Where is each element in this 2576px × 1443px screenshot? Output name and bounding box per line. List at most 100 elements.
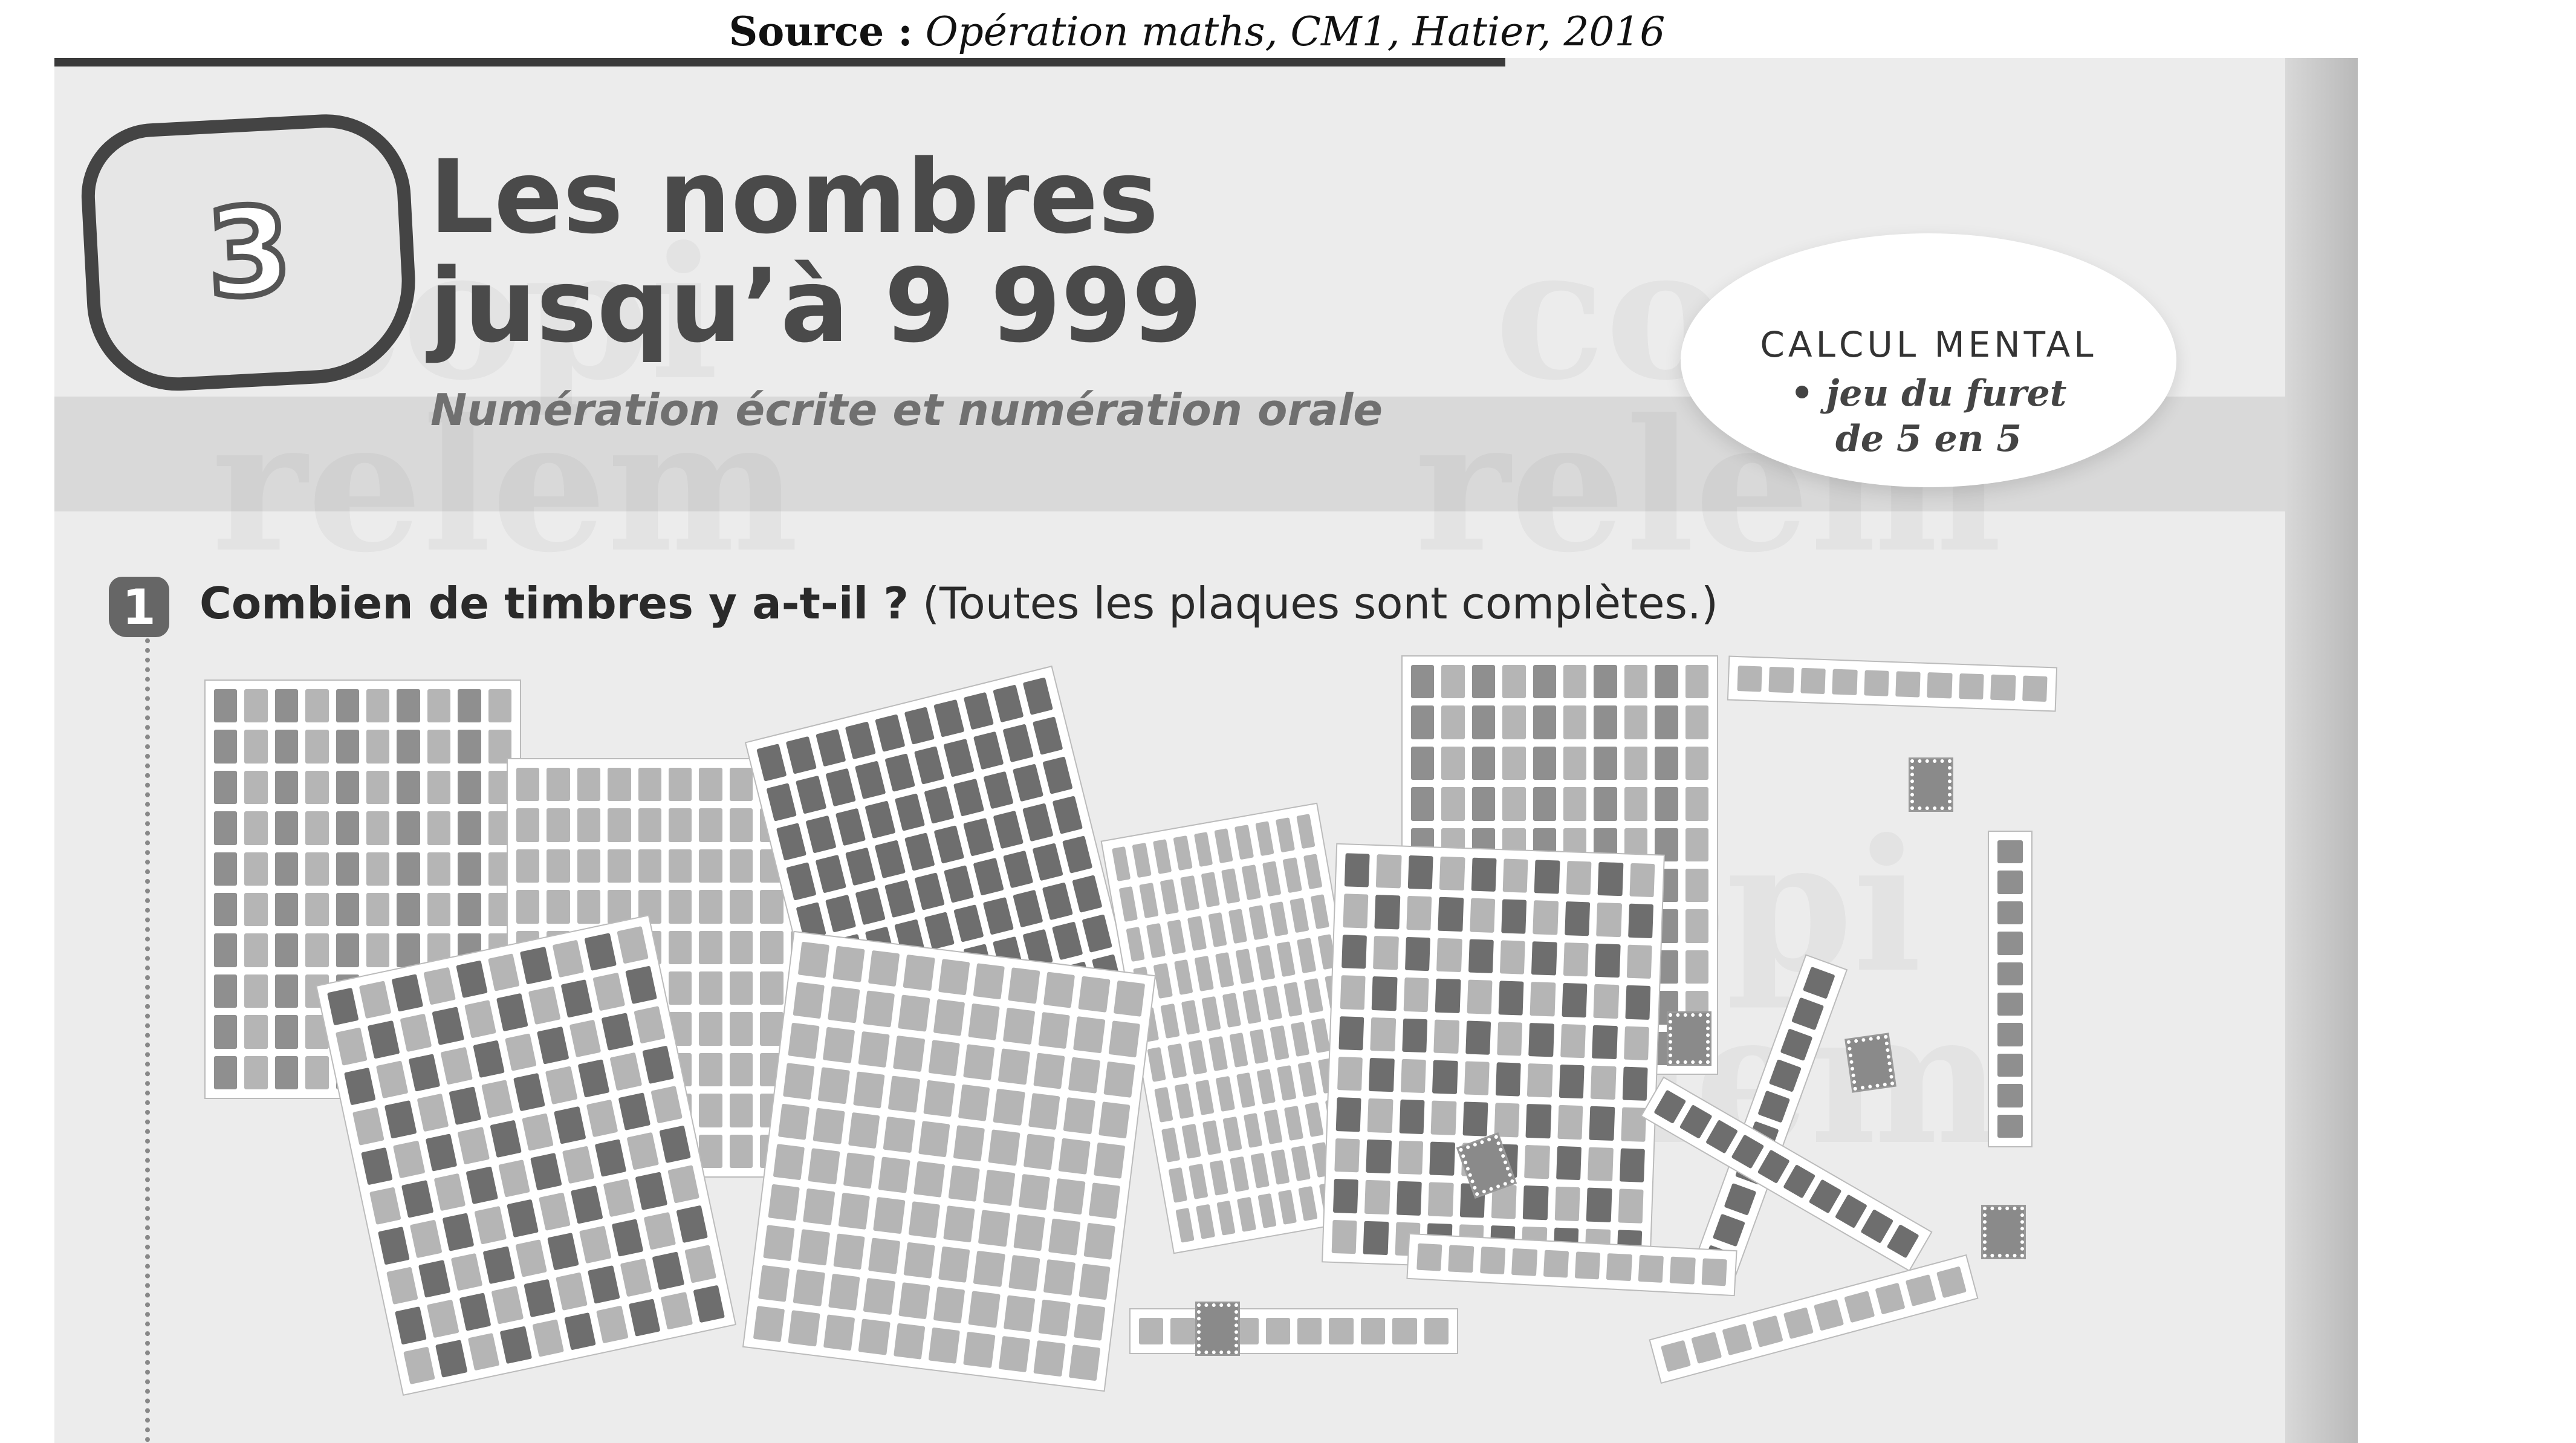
- stamp: [397, 852, 420, 886]
- stamp-plate-100: [1323, 844, 1664, 1273]
- stamp: [440, 1046, 473, 1085]
- stamp: [1511, 1248, 1537, 1276]
- stamp: [378, 1227, 410, 1265]
- stamp: [1399, 1100, 1425, 1134]
- stamp: [1146, 923, 1166, 959]
- stamp: [1411, 705, 1435, 739]
- stamp: [1033, 1340, 1066, 1377]
- stamp: [963, 818, 994, 857]
- stamp: [1068, 1057, 1100, 1094]
- stamp: [1284, 1105, 1303, 1141]
- stamp: [963, 1043, 995, 1081]
- stamp: [336, 811, 359, 845]
- stamp: [1248, 904, 1268, 941]
- stamp: [658, 1125, 691, 1164]
- stamp: [760, 890, 784, 924]
- stamp: [386, 1266, 419, 1305]
- stamp: [868, 950, 900, 987]
- stamp: [214, 1015, 238, 1049]
- stamp: [594, 1139, 627, 1178]
- stamp: [1153, 963, 1173, 999]
- stamp: [887, 1075, 920, 1113]
- stamp: [1502, 787, 1526, 821]
- stamp: [244, 1055, 268, 1089]
- stamp: [1619, 1148, 1645, 1183]
- stamp: [584, 933, 617, 971]
- stamp: [729, 1094, 753, 1127]
- stamp: [798, 1229, 830, 1266]
- stamp: [244, 730, 268, 764]
- stamp: [1189, 1163, 1209, 1199]
- stamp: [1424, 1318, 1449, 1344]
- stamp: [1305, 1101, 1324, 1138]
- stamp: [1270, 1025, 1290, 1061]
- stamp: [1013, 889, 1043, 928]
- stamp: [1042, 882, 1073, 921]
- stamp: [435, 1339, 468, 1378]
- stamp: [816, 855, 846, 893]
- stamp: [1188, 1039, 1207, 1075]
- stamp: [577, 808, 601, 842]
- stamp: [274, 689, 299, 723]
- stamp: [395, 1306, 427, 1345]
- stamp: [823, 1314, 855, 1351]
- stamp: [427, 811, 451, 845]
- stamp: [625, 965, 657, 1004]
- stamp: [214, 893, 238, 927]
- stamp: [516, 849, 540, 883]
- stamp: [554, 1106, 586, 1144]
- stamp: [1685, 828, 1708, 861]
- stamp: [699, 768, 722, 802]
- stamp: [427, 689, 451, 723]
- stamp: [1594, 665, 1617, 699]
- stamp: [1221, 868, 1241, 904]
- stamp: [1533, 787, 1556, 821]
- stamp: [1629, 863, 1655, 898]
- stamp: [506, 1199, 539, 1238]
- stamp: [1471, 705, 1496, 739]
- stamp: [522, 1112, 554, 1151]
- stamp: [894, 793, 926, 832]
- stamp: [1364, 1179, 1390, 1214]
- stamp: [1329, 1318, 1354, 1344]
- stamp: [699, 971, 722, 1005]
- stamp: [1161, 1127, 1181, 1163]
- stamp: [1093, 1142, 1126, 1179]
- stamp: [1594, 705, 1617, 739]
- stamp: [361, 1147, 394, 1185]
- stamp: [1724, 1182, 1757, 1216]
- stamp: [1527, 1063, 1553, 1098]
- stamp: [699, 808, 722, 842]
- stamp: [993, 684, 1024, 723]
- stamp: [660, 1291, 693, 1330]
- stamp: [1402, 1018, 1428, 1053]
- stamp: [1467, 979, 1493, 1014]
- stamp: [1173, 959, 1193, 995]
- stamp: [1023, 1133, 1056, 1170]
- stamp: [669, 930, 692, 964]
- stamp: [1465, 1020, 1491, 1055]
- stamp: [366, 893, 390, 927]
- stamp: [1209, 1160, 1229, 1196]
- stamp: [244, 811, 268, 845]
- stamp: [1752, 1315, 1783, 1347]
- stamp: [1038, 1012, 1071, 1049]
- stamp: [1438, 897, 1464, 932]
- stamp: [408, 1053, 441, 1092]
- stamp: [1073, 1303, 1106, 1341]
- stamp: [1589, 1106, 1615, 1141]
- stamp: [1175, 1207, 1195, 1243]
- stamp: [1033, 1052, 1065, 1089]
- stamp: [244, 893, 268, 927]
- stamp: [1559, 1064, 1585, 1099]
- stamp: [1343, 893, 1369, 929]
- stamp: [531, 1318, 564, 1357]
- stamp: [1533, 746, 1556, 780]
- stamp: [530, 1152, 563, 1191]
- stamp: [948, 1165, 981, 1202]
- stamp: [1230, 1156, 1249, 1192]
- stamp: [547, 849, 570, 883]
- stamp: [1498, 981, 1524, 1016]
- stamp: [1334, 1138, 1360, 1173]
- stamp: [305, 770, 329, 805]
